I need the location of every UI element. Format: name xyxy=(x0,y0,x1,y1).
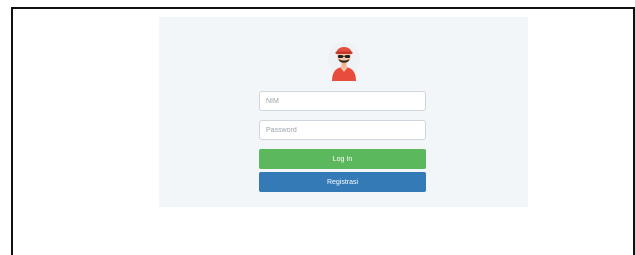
login-button[interactable]: Log In xyxy=(259,149,426,169)
nim-input[interactable] xyxy=(259,91,426,111)
register-button[interactable]: Registrasi xyxy=(259,172,426,192)
password-input[interactable] xyxy=(259,120,426,140)
user-avatar-icon xyxy=(328,42,360,81)
